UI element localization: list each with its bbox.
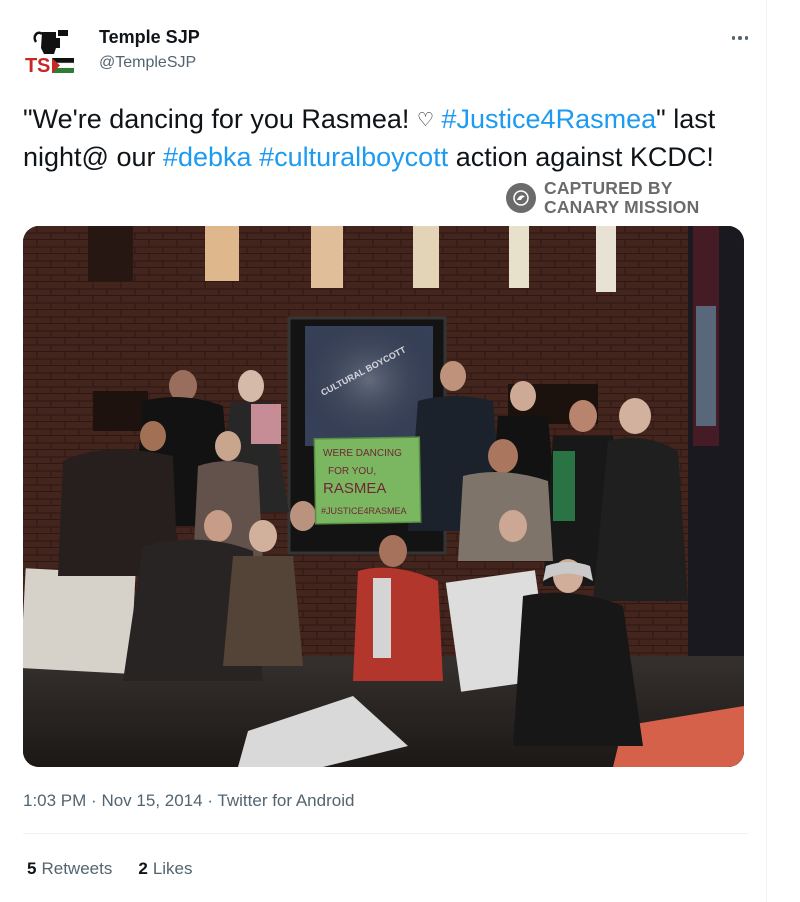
likes-stat[interactable]: 2 Likes bbox=[138, 858, 192, 880]
hashtag-link[interactable]: #debka bbox=[163, 142, 252, 172]
hashtag-link[interactable]: #culturalboycott bbox=[259, 142, 448, 172]
svg-text:S: S bbox=[37, 55, 50, 77]
hashtag-link[interactable]: #Justice4Rasmea bbox=[442, 104, 657, 134]
handle[interactable]: @TempleSJP bbox=[99, 52, 200, 74]
tweet-card: T S Temple SJP @TempleSJP "We're dancing… bbox=[0, 0, 767, 902]
likes-label: Likes bbox=[152, 859, 193, 878]
retweets-count: 5 bbox=[27, 859, 37, 878]
avatar[interactable]: T S bbox=[22, 22, 82, 82]
watermark-text: CAPTURED BY CANARY MISSION bbox=[544, 179, 699, 217]
retweets-stat[interactable]: 5 Retweets bbox=[27, 858, 112, 880]
svg-text:T: T bbox=[25, 55, 37, 77]
tweet-date[interactable]: Nov 15, 2014 bbox=[101, 791, 202, 810]
tweet-source[interactable]: Twitter for Android bbox=[217, 791, 354, 810]
tweet-meta: 1:03 PM · Nov 15, 2014 · Twitter for And… bbox=[23, 790, 354, 812]
tweet-text-space bbox=[434, 104, 442, 134]
tweet-text-part: action against KCDC! bbox=[448, 142, 714, 172]
tweet-photo[interactable]: CULTURAL BOYCOTT WERE DANCING FOR YOU, R… bbox=[23, 226, 744, 767]
tweet-text: "We're dancing for you Rasmea! ♡ #Justic… bbox=[23, 101, 753, 175]
likes-count: 2 bbox=[138, 859, 148, 878]
tweet-text-part: "We're dancing for you Rasmea! bbox=[23, 104, 417, 134]
watermark-line: CAPTURED BY bbox=[544, 178, 673, 198]
canary-watermark: CAPTURED BY CANARY MISSION bbox=[506, 178, 699, 218]
retweets-label: Retweets bbox=[41, 859, 113, 878]
meta-separator: · bbox=[91, 791, 97, 810]
author-block: Temple SJP @TempleSJP bbox=[99, 25, 200, 74]
sjp-logo: T S bbox=[22, 22, 82, 82]
heart-symbol: ♡ bbox=[416, 110, 434, 131]
more-options-icon[interactable] bbox=[726, 28, 754, 48]
divider bbox=[23, 833, 748, 834]
tweet-time[interactable]: 1:03 PM bbox=[23, 791, 86, 810]
canary-mission-icon bbox=[506, 183, 536, 213]
meta-separator: · bbox=[207, 791, 213, 810]
display-name[interactable]: Temple SJP bbox=[99, 25, 200, 49]
tweet-stats: 5 Retweets 2 Likes bbox=[27, 858, 219, 880]
watermark-line: CANARY MISSION bbox=[544, 197, 700, 217]
tweet-header: T S Temple SJP @TempleSJP bbox=[22, 22, 752, 82]
